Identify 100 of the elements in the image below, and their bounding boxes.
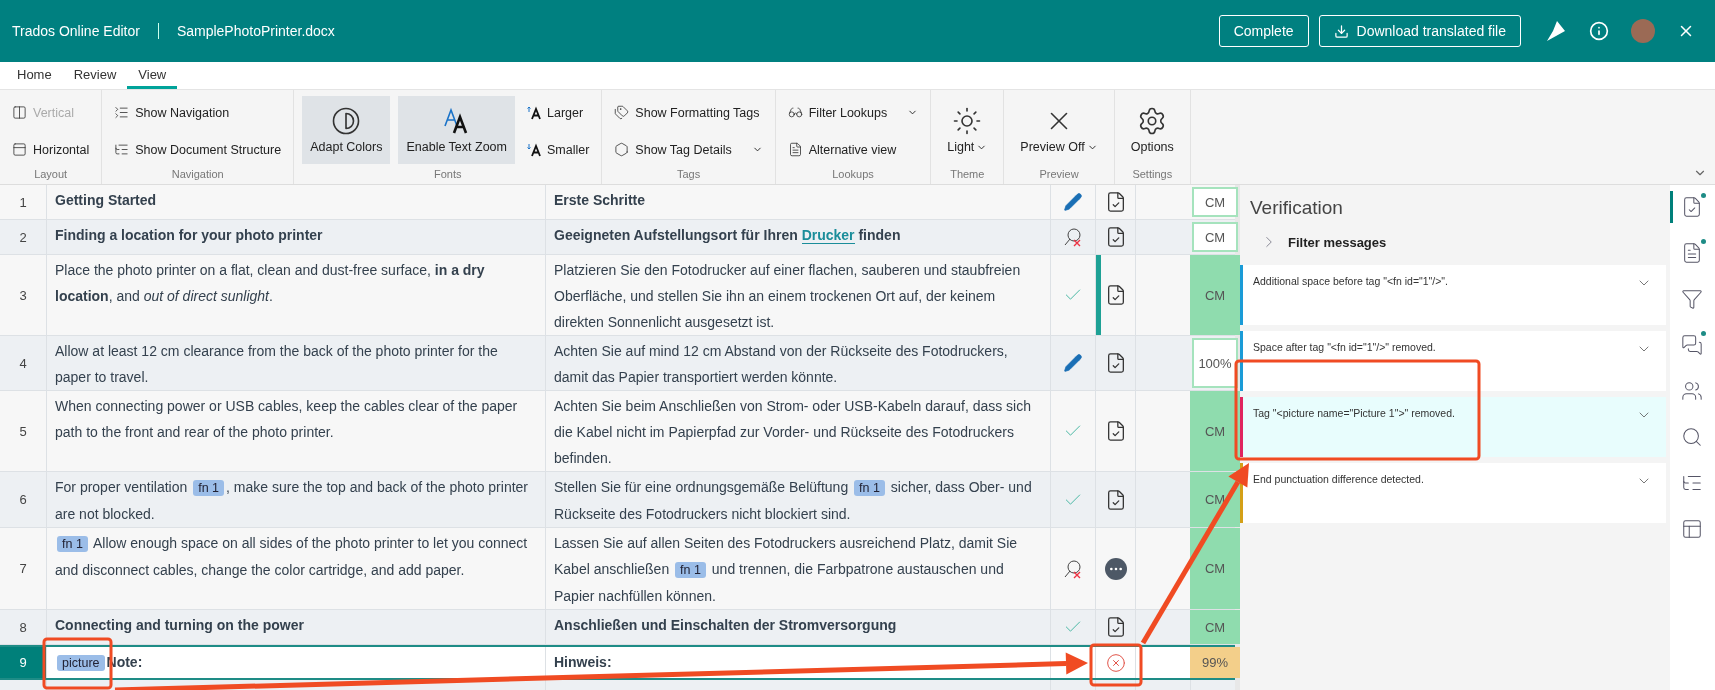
message-text: Additional space before tag "<fn id="1"/>". [1253, 275, 1448, 287]
panel-title: Verification [1249, 196, 1344, 220]
sun-icon [952, 105, 983, 136]
inline-tag[interactable]: picture [57, 655, 105, 671]
match-value: CM [1190, 528, 1240, 609]
group-label: Tags [675, 168, 702, 182]
target-text[interactable]: Platzieren Sie den Fotodrucker auf einer flachen, sauberen und staubfreien Oberfläche, und stellen Sie ihn an einem trockenen Ort auf, der keinem direkten Sonnenlicht ausgesetzt ist. [545, 255, 1050, 335]
segment-row[interactable] [0, 336, 1235, 391]
search-cross-icon[interactable] [1063, 558, 1083, 579]
segment-number: 8 [18, 618, 28, 637]
highlight-frame [1089, 643, 1143, 687]
segment-number: 2 [18, 228, 28, 247]
app-name: Trados Online Editor [12, 23, 159, 39]
match-value: CM [1190, 255, 1240, 335]
message-text: End punctuation difference detected. [1253, 473, 1424, 485]
hexagon-icon [614, 142, 630, 157]
segment-number: 7 [18, 560, 28, 578]
segment-number: 5 [18, 422, 28, 441]
info-icon[interactable] [1589, 21, 1609, 41]
message-card[interactable]: Space after tag "<fn id="1"/>" removed. [1240, 331, 1666, 391]
search-icon [1680, 426, 1703, 448]
panel-icon [1680, 518, 1703, 540]
ribbon-button[interactable]: Horizontal [8, 140, 94, 159]
ribbon-button[interactable]: Show Formatting Tags [610, 103, 767, 122]
ribbon-tab[interactable]: Home [6, 62, 63, 89]
message-text: Tag "<picture name="Picture 1">" removed. [1253, 407, 1455, 419]
message-card[interactable]: Tag "<picture name="Picture 1">" removed. [1240, 397, 1666, 457]
error-icon[interactable] [1105, 652, 1126, 673]
source-text: Connecting and turning on the power [46, 610, 545, 644]
pencil-icon[interactable] [1063, 353, 1083, 373]
target-text[interactable]: Lassen Sie auf allen Seiten des Fotodruckers ausreichend Platz, damit Sie Kabel anschließen fn 1 und trennen, die Farbpatrone austauschen und Papier nachfüllen können. [545, 528, 1050, 609]
match-value: CM [1190, 391, 1240, 471]
target-text[interactable]: Geeigneten Aufstellungsort für Ihren Drucker finden [545, 220, 1050, 254]
target-text[interactable]: Stellen Sie für eine ordnungsgemäße Belüftung fn 1 sicher, dass Ober- und Rückseite des Fotodruckers nicht blockiert sind. [545, 472, 1050, 527]
font-smaller-icon [527, 142, 541, 157]
source-text: Place the photo printer on a flat, clean and dust-free surface, in a dry location, and out of direct sunlight. [46, 255, 545, 335]
ribbon-button[interactable]: Show Document Structure [110, 140, 286, 159]
segment-number: 9 [0, 647, 46, 678]
segment-number: 6 [18, 491, 28, 509]
ribbon-button[interactable]: Options [1122, 96, 1182, 164]
segment-number: 4 [18, 354, 28, 373]
target-text[interactable]: Achten Sie beim Anschließen von Strom- oder USB-Kabeln darauf, dass sich die Kabel nicht im Papierpfad zur Vorder- und Rückseite des Fotodruckers befinden. [545, 391, 1050, 471]
message-card[interactable]: Additional space before tag "<fn id="1"/>". [1240, 265, 1666, 325]
download-icon [1333, 23, 1349, 39]
ribbon-button[interactable]: Preview Off [1012, 96, 1106, 164]
font-larger-icon [527, 105, 541, 120]
ribbon-button[interactable]: Show Tag Details [610, 140, 767, 159]
message-text: Space after tag "<fn id="1"/>" removed. [1253, 341, 1436, 353]
match-value: CM [1192, 222, 1238, 252]
users-icon [1680, 380, 1703, 402]
search-cross-icon[interactable] [1063, 227, 1083, 247]
more-icon[interactable] [1104, 557, 1127, 580]
segment-number: 3 [18, 286, 28, 305]
group-label: Settings [1131, 168, 1174, 182]
columns-icon [12, 105, 27, 120]
segment-row[interactable]: 1 Getting Started Erste Schritte CM [0, 185, 1235, 220]
group-label: Preview [1038, 168, 1080, 182]
ribbon-button[interactable]: Light [939, 96, 996, 164]
segment-number: 1 [18, 193, 28, 212]
group-label: Layout [33, 168, 69, 182]
inline-tag[interactable]: fn 1 [57, 536, 88, 552]
tree-list-icon [114, 142, 130, 157]
source-text: For proper ventilation fn 1 , make sure the top and back of the photo printer are not blocked. [46, 472, 545, 527]
tag-icon [614, 105, 630, 120]
ribbon-button[interactable]: Filter Lookups [783, 103, 923, 122]
glasses-icon [787, 105, 803, 120]
download-button[interactable]: Download translated file [1318, 15, 1521, 47]
pencil-icon[interactable] [1063, 192, 1083, 212]
source-text: Allow at least 12 cm clearance from the back of the photo printer for the paper to travel. [46, 336, 545, 390]
ribbon-button[interactable]: Enable Text Zoom [398, 96, 515, 164]
document-icon [787, 142, 803, 157]
inline-tag[interactable]: fn 1 [193, 480, 225, 496]
file-name: SamplePhotoPrinter.docx [175, 23, 336, 39]
ribbon-button[interactable]: Show Navigation [110, 103, 286, 122]
group-label: Fonts [433, 168, 463, 182]
ribbon-button[interactable]: Adapt Colors [302, 96, 391, 164]
contrast-icon [331, 105, 362, 136]
ribbon-tab[interactable]: Review [62, 62, 128, 89]
ribbon-button[interactable]: Larger [523, 103, 594, 122]
source-text: When connecting power or USB cables, keep the cables clear of the paper path to the front and rear of the photo printer. [46, 391, 545, 471]
target-text[interactable]: Achten Sie auf mind 12 cm Abstand von der Rückseite des Fotodruckers, damit das Papier transportiert werden könnte. [545, 336, 1050, 390]
source-text: fn 1 Allow enough space on all sides of the photo printer to let you connect and disconnect cables, change the color cartridge, and add paper. [46, 528, 545, 609]
complete-button[interactable]: Complete [1218, 15, 1309, 47]
match-value: 99% [1190, 647, 1240, 678]
filter-toggle[interactable]: Filter messages [1240, 233, 1666, 259]
match-value: 100% [1192, 338, 1238, 388]
inline-tag[interactable]: fn 1 [675, 562, 706, 578]
target-text[interactable]: Anschließen und Einschalten der Stromversorgung [545, 610, 1050, 644]
ribbon-button[interactable]: Smaller [523, 140, 594, 159]
segment-row[interactable]: 2 Finding a location for your photo printer Geeigneten Aufstellungsort für Ihren Drucker finden CM [0, 220, 1235, 255]
target-text[interactable]: Erste Schritte [545, 185, 1050, 219]
filter-icon [1680, 288, 1703, 310]
ribbon-button[interactable]: Alternative view [783, 140, 923, 159]
inline-tag[interactable]: fn 1 [854, 480, 885, 496]
group-label: Theme [949, 168, 986, 182]
target-text[interactable]: Hinweis: [545, 647, 1050, 678]
group-label: Lookups [831, 168, 875, 182]
list-icon [114, 105, 130, 120]
message-card[interactable]: End punctuation difference detected. [1240, 463, 1666, 523]
match-value: CM [1190, 610, 1240, 644]
